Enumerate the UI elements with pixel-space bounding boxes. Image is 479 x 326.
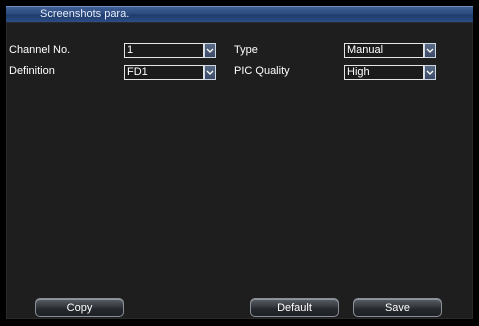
definition-value[interactable]: FD1: [124, 65, 204, 80]
screenshot-params-window: Screenshots para. Channel No. 1 Type Man…: [0, 0, 479, 326]
save-button[interactable]: Save: [353, 298, 442, 317]
channel-value[interactable]: 1: [124, 43, 204, 58]
channel-label: Channel No.: [9, 44, 71, 56]
chevron-down-icon: [206, 48, 214, 53]
quality-dropdown-button[interactable]: [424, 65, 436, 80]
chevron-down-icon: [426, 48, 434, 53]
copy-button[interactable]: Copy: [35, 298, 124, 317]
chevron-down-icon: [206, 70, 214, 75]
type-label: Type: [234, 44, 258, 56]
settings-panel: Channel No. 1 Type Manual Definition FD1: [6, 22, 473, 319]
type-select[interactable]: Manual: [344, 43, 436, 58]
definition-label: Definition: [9, 65, 55, 77]
channel-dropdown-button[interactable]: [204, 43, 216, 58]
channel-select[interactable]: 1: [124, 43, 216, 58]
title-bar: Screenshots para.: [6, 6, 473, 22]
definition-dropdown-button[interactable]: [204, 65, 216, 80]
quality-value[interactable]: High: [344, 65, 424, 80]
type-value[interactable]: Manual: [344, 43, 424, 58]
definition-select[interactable]: FD1: [124, 65, 216, 80]
window-title: Screenshots para.: [40, 8, 130, 20]
quality-label: PIC Quality: [234, 65, 290, 77]
default-button[interactable]: Default: [250, 298, 339, 317]
type-dropdown-button[interactable]: [424, 43, 436, 58]
chevron-down-icon: [426, 70, 434, 75]
quality-select[interactable]: High: [344, 65, 436, 80]
